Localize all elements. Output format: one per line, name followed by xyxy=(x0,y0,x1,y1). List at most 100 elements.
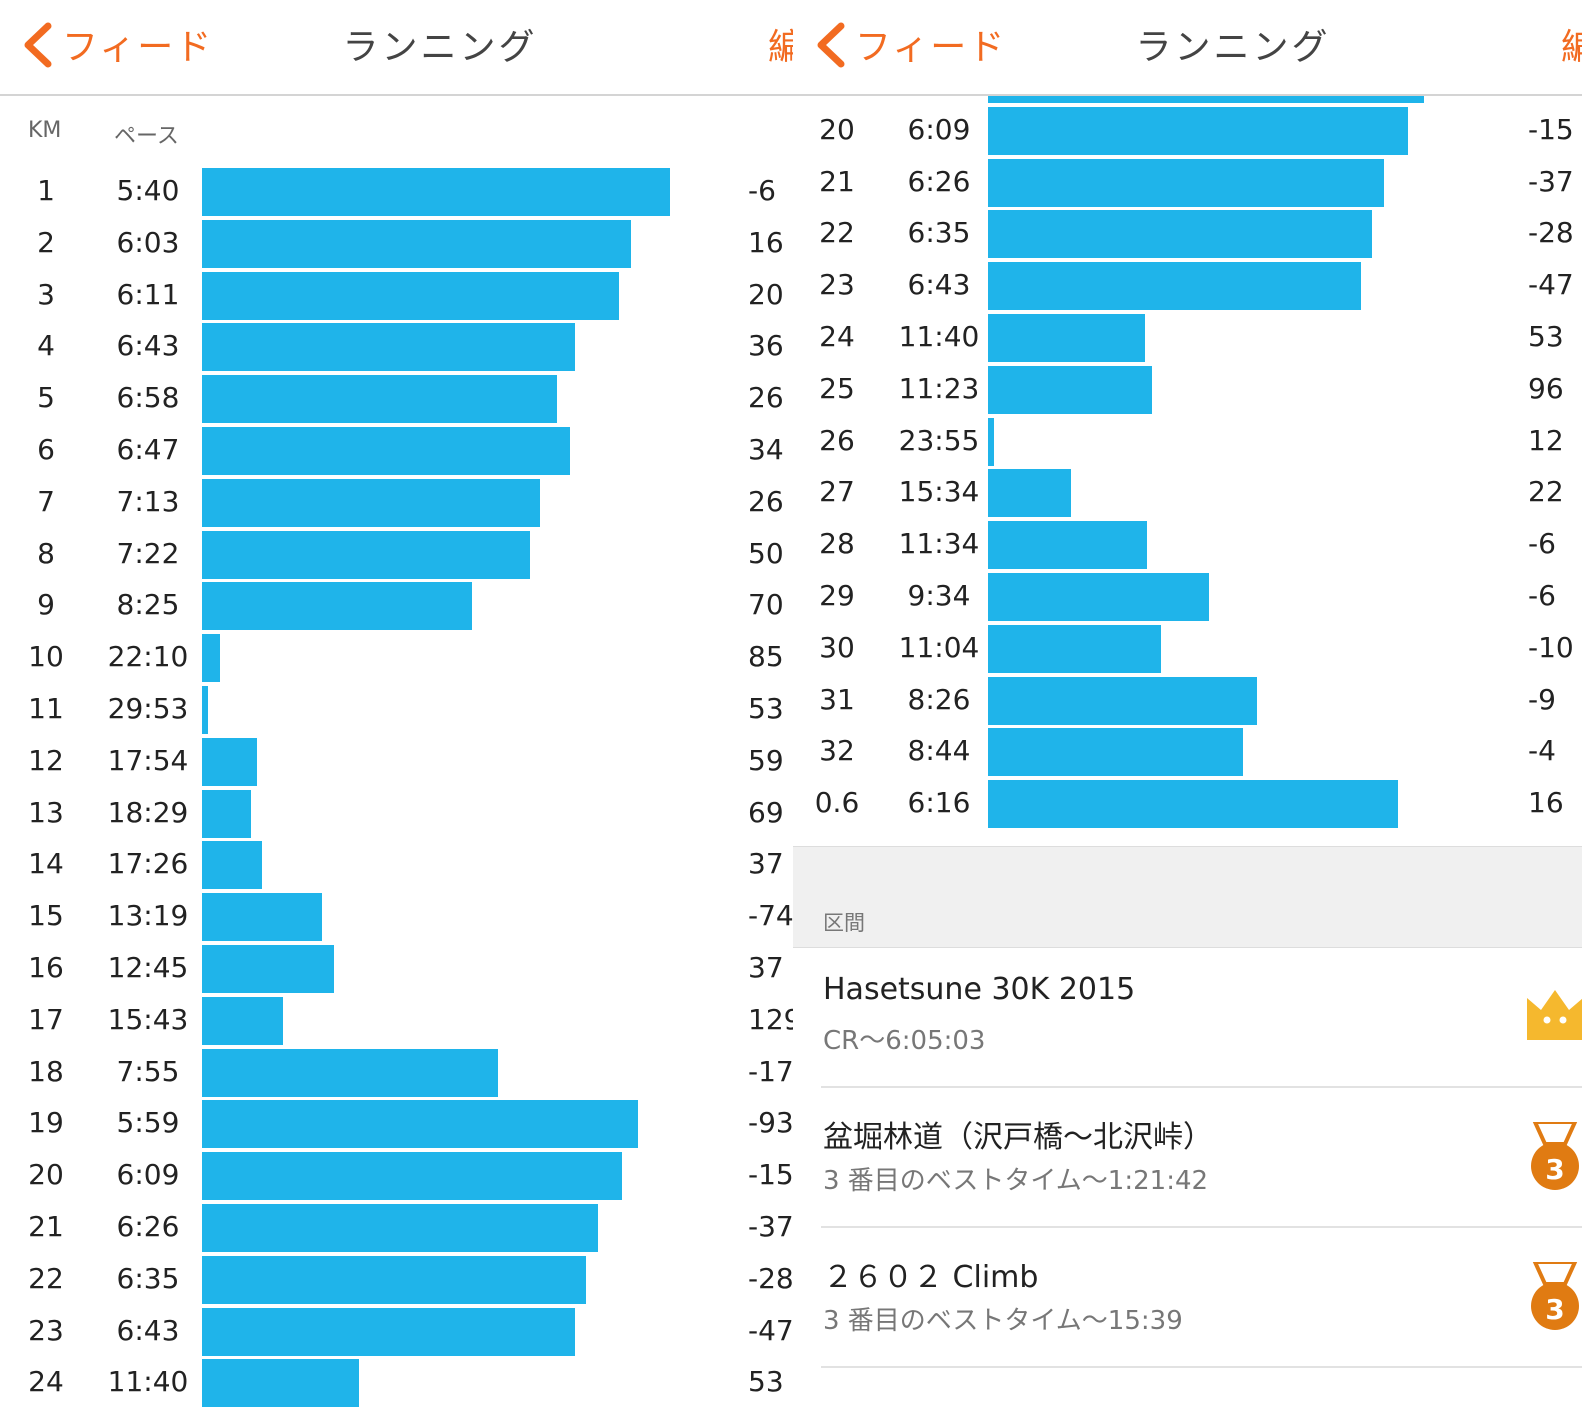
medal-rank: 3 xyxy=(1545,1153,1565,1186)
split-elevation: -47 xyxy=(748,1313,793,1347)
split-row: 31 8:26 -9 xyxy=(793,674,1582,726)
split-km: 14 xyxy=(28,847,64,881)
split-elevation: 37 xyxy=(748,847,784,881)
split-pace: 6:43 xyxy=(116,1313,180,1347)
split-elevation: -15 xyxy=(1528,112,1574,146)
pace-bar xyxy=(202,1152,622,1201)
split-km: 15 xyxy=(28,899,64,933)
nav-title: ランニング xyxy=(1135,27,1331,68)
split-row: 1 5:40 -6 xyxy=(0,165,793,217)
split-row: 6 6:47 34 xyxy=(0,424,793,476)
pace-bar xyxy=(988,780,1398,829)
pace-bar xyxy=(988,210,1372,259)
split-km: 23 xyxy=(819,268,855,302)
right-screen: 195:59-93206:09-15216:26-37226:35-28236:… xyxy=(793,0,1582,1408)
split-row: 23 6:43 -47 xyxy=(793,259,1582,311)
pace-bar xyxy=(202,1100,638,1149)
split-km: 8 xyxy=(37,536,55,570)
split-row: 16 12:45 37 xyxy=(0,942,793,994)
split-pace: 8:44 xyxy=(907,734,971,768)
segment-item[interactable]: ２６０２ Climb 3 番目のベストタイム〜15:39 3 xyxy=(793,1228,1582,1368)
split-elevation: -9 xyxy=(1528,682,1556,716)
pace-bar xyxy=(202,168,670,216)
pace-bar xyxy=(202,945,334,993)
split-km: 13 xyxy=(28,795,64,829)
pace-column-header: ペース xyxy=(114,124,179,149)
pace-bar xyxy=(988,106,1408,155)
split-km: 22 xyxy=(28,1261,64,1295)
pace-bar xyxy=(202,1255,586,1304)
split-pace: 11:34 xyxy=(898,527,980,561)
split-row: 8 7:22 50 xyxy=(0,528,793,580)
split-km: 9 xyxy=(37,588,55,622)
pace-bar xyxy=(202,582,472,631)
split-pace: 12:45 xyxy=(107,951,189,984)
split-elevation: -28 xyxy=(748,1261,793,1295)
split-km: 4 xyxy=(37,329,55,363)
split-pace: 6:43 xyxy=(907,268,971,302)
segment-item[interactable]: 盆堀林道（沢戸橋〜北沢峠） 3 番目のベストタイム〜1:21:42 3 xyxy=(793,1088,1582,1228)
split-km: 18 xyxy=(28,1054,64,1088)
split-row: 23 6:43 -47 xyxy=(0,1305,793,1357)
split-pace: 18:29 xyxy=(107,795,189,829)
pace-bar xyxy=(202,1307,575,1356)
split-row: 13 18:29 69 xyxy=(0,787,793,839)
split-km: 17 xyxy=(28,1002,64,1036)
pace-bar xyxy=(202,789,251,838)
split-pace: 11:04 xyxy=(898,630,980,664)
split-row: 10 22:10 85 xyxy=(0,631,793,683)
km-column-header: KM xyxy=(28,118,62,143)
split-row: 0.6 6:16 16 xyxy=(793,777,1582,829)
split-pace: 6:26 xyxy=(907,164,971,198)
split-km: 10 xyxy=(28,640,64,674)
split-elevation: 34 xyxy=(748,433,784,466)
split-pace: 15:34 xyxy=(898,475,980,509)
pace-bar xyxy=(202,1048,498,1097)
split-km: 28 xyxy=(819,527,855,561)
segment-name: 盆堀林道（沢戸橋〜北沢峠） xyxy=(823,1120,1213,1155)
pace-bar xyxy=(988,624,1161,673)
pace-bar xyxy=(202,996,283,1045)
split-elevation: 69 xyxy=(748,795,784,829)
edit-button[interactable]: 編 xyxy=(768,18,793,70)
split-row: 21 6:26 -37 xyxy=(793,156,1582,208)
split-pace: 6:09 xyxy=(907,112,971,146)
split-elevation: 70 xyxy=(748,588,784,622)
divider xyxy=(821,1366,1582,1368)
split-row: 2 6:03 16 xyxy=(0,217,793,269)
split-elevation: 50 xyxy=(748,536,784,570)
split-pace: 8:25 xyxy=(116,588,180,622)
pace-bar xyxy=(988,365,1152,414)
split-row: 30 11:04 -10 xyxy=(793,622,1582,674)
split-row: 27 15:34 22 xyxy=(793,466,1582,518)
split-elevation: -17 xyxy=(748,1054,793,1088)
pace-bar xyxy=(988,417,994,466)
split-row: 21 6:26 -37 xyxy=(0,1201,793,1253)
split-elevation: 59 xyxy=(748,743,784,777)
segment-item[interactable]: Hasetsune 30K 2015 CR〜6:05:03 xyxy=(793,948,1582,1088)
split-km: 16 xyxy=(28,951,64,984)
split-km: 1 xyxy=(37,174,55,207)
split-row: 11 29:53 53 xyxy=(0,683,793,735)
split-elevation: 26 xyxy=(748,484,784,518)
split-elevation: -47 xyxy=(1528,268,1574,302)
pace-bar xyxy=(988,521,1147,570)
medal-rank: 3 xyxy=(1545,1293,1565,1326)
split-pace: 17:54 xyxy=(107,743,189,777)
pace-bar xyxy=(988,469,1071,518)
pace-bar xyxy=(202,686,208,734)
pace-bar xyxy=(988,314,1145,362)
edit-button[interactable]: 編 xyxy=(1561,18,1582,70)
segment-time: 3 番目のベストタイム〜15:39 xyxy=(823,1306,1183,1336)
split-row: 5 6:58 26 xyxy=(0,372,793,424)
split-km: 3 xyxy=(37,277,55,311)
segment-time: CR〜6:05:03 xyxy=(823,1026,986,1056)
split-pace: 29:53 xyxy=(107,692,189,725)
split-pace: 7:22 xyxy=(116,536,180,570)
split-pace: 8:26 xyxy=(907,682,971,716)
pace-bar xyxy=(988,573,1209,621)
split-pace: 6:11 xyxy=(116,277,180,311)
pace-bar xyxy=(202,219,631,268)
split-elevation: -37 xyxy=(748,1210,793,1243)
split-pace: 22:10 xyxy=(107,640,189,674)
